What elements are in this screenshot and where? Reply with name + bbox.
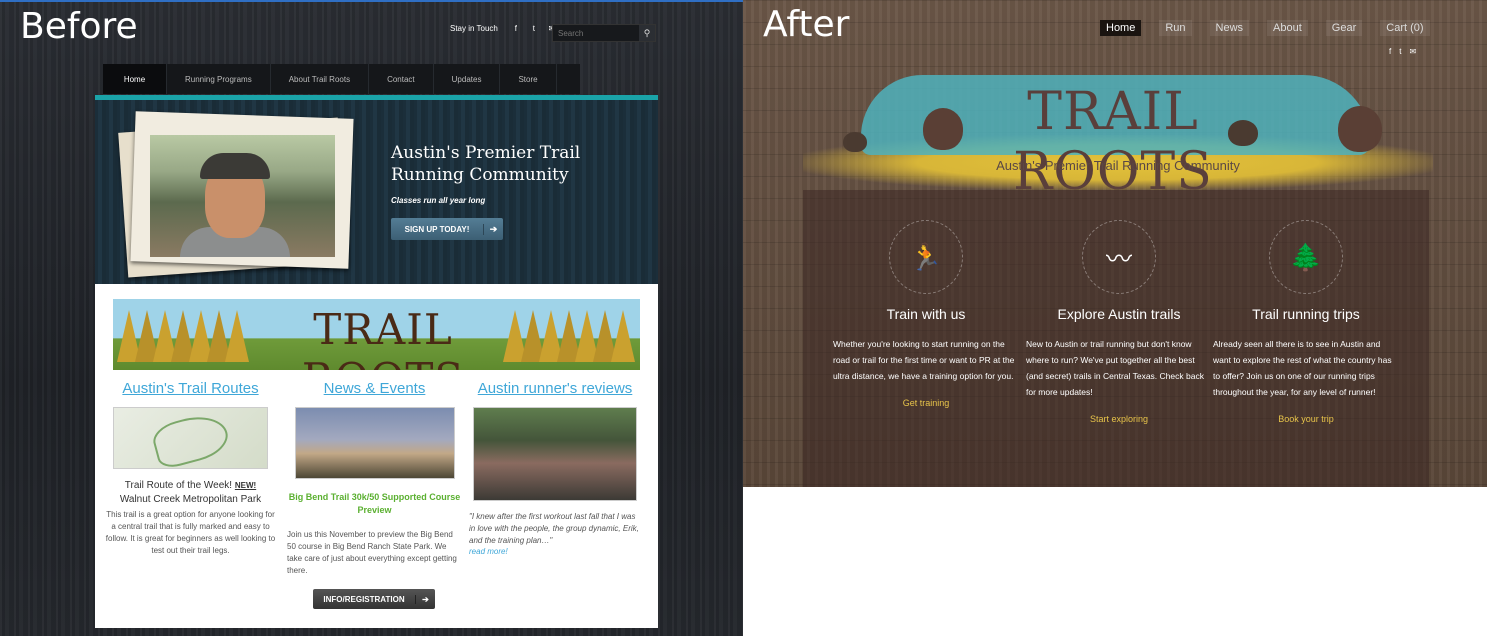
search-box: ⚲	[552, 24, 656, 42]
feature-title: Trail running trips	[1252, 306, 1360, 322]
feature-explore: 〰 Explore Austin trails New to Austin or…	[1026, 220, 1212, 424]
twitter-icon[interactable]: t	[528, 24, 540, 33]
trees-icon: 🌲	[1269, 220, 1343, 294]
after-tagline: Austin's Premier Trail Running Community	[996, 158, 1240, 173]
hero-subtitle: Classes run all year long	[391, 196, 486, 205]
runners-image[interactable]	[473, 407, 637, 501]
feature-trips: 🌲 Trail running trips Already seen all t…	[1213, 220, 1399, 424]
facebook-icon[interactable]: f	[1389, 47, 1391, 56]
nav-store[interactable]: Store	[500, 64, 557, 94]
feature-text: Whether you're looking to start running …	[833, 339, 1015, 381]
after-logo[interactable]: TRAIL ROOTS	[993, 82, 1233, 202]
nav-cart[interactable]: Cart (0)	[1380, 20, 1430, 36]
big-bend-image[interactable]	[294, 407, 455, 479]
review-quote: "I knew after the first workout last fal…	[469, 512, 639, 545]
nav-about[interactable]: About	[1267, 20, 1308, 36]
nav-home[interactable]: Home	[103, 64, 167, 94]
after-label: After	[763, 4, 850, 45]
news-description: Join us this November to preview the Big…	[287, 530, 457, 575]
banner-logo: TRAIL ROOTS	[302, 305, 463, 370]
content-area: TRAIL ROOTS Austin's Trail Routes Trail …	[95, 284, 658, 628]
column-news-events: News & Events Big Bend Trail 30k/50 Supp…	[287, 380, 462, 577]
facebook-icon[interactable]: f	[510, 24, 522, 33]
photo-stack	[118, 111, 354, 278]
bush-icon	[923, 108, 963, 150]
search-input[interactable]	[553, 28, 639, 38]
sign-up-button[interactable]: SIGN UP TODAY! ➔	[391, 218, 503, 240]
get-training-link[interactable]: Get training	[833, 398, 1019, 408]
after-panel: After Home Run News About Gear Cart (0) …	[743, 0, 1487, 487]
route-description: This trail is a great option for anyone …	[105, 510, 276, 555]
before-main-nav: Home Running Programs About Trail Roots …	[103, 64, 580, 94]
nav-news[interactable]: News	[1209, 20, 1250, 36]
top-social-bar: Stay in Touch f t ✉	[450, 24, 558, 33]
email-icon[interactable]: ✉	[1409, 47, 1416, 56]
comparison-canvas: Before Stay in Touch f t ✉ ⚲ Home Runnin…	[0, 0, 1487, 636]
trail-roots-banner: TRAIL ROOTS	[113, 299, 640, 370]
nav-contact[interactable]: Contact	[369, 64, 434, 94]
runner-icon: 🏃	[889, 220, 963, 294]
feature-title: Train with us	[886, 306, 966, 322]
new-badge: NEW!	[234, 481, 257, 490]
nav-about[interactable]: About Trail Roots	[271, 64, 370, 94]
nav-gear[interactable]: Gear	[1325, 20, 1363, 36]
feature-text: New to Austin or trail running but don't…	[1026, 339, 1204, 397]
news-title[interactable]: Big Bend Trail 30k/50 Supported Course P…	[287, 491, 462, 517]
news-events-heading[interactable]: News & Events	[287, 380, 462, 397]
agave-icon	[843, 132, 867, 152]
before-label: Before	[20, 6, 138, 47]
bush-icon	[1338, 106, 1382, 152]
after-social-icons: f t ✉	[1389, 47, 1416, 56]
column-reviews: Austin runner's reviews "I knew after th…	[469, 380, 641, 556]
arrow-right-icon: ➔	[483, 223, 503, 235]
feature-train: 🏃 Train with us Whether you're looking t…	[833, 220, 1019, 408]
nav-running-programs[interactable]: Running Programs	[167, 64, 271, 94]
book-trip-link[interactable]: Book your trip	[1213, 414, 1399, 424]
nav-run[interactable]: Run	[1159, 20, 1192, 36]
reviews-heading[interactable]: Austin runner's reviews	[469, 380, 641, 397]
stay-in-touch-label: Stay in Touch	[450, 24, 498, 33]
info-registration-button[interactable]: INFO/REGISTRATION ➔	[313, 589, 435, 609]
after-main-nav: Home Run News About Gear Cart (0)	[1100, 20, 1430, 36]
before-panel: Before Stay in Touch f t ✉ ⚲ Home Runnin…	[0, 0, 743, 636]
trail-routes-heading[interactable]: Austin's Trail Routes	[103, 380, 278, 397]
arrow-right-icon: ➔	[415, 594, 435, 604]
hero-photo	[150, 135, 335, 257]
route-title: Trail Route of the Week! NEW! Walnut Cre…	[119, 480, 262, 505]
start-exploring-link[interactable]: Start exploring	[1026, 414, 1212, 424]
read-more-link[interactable]: read more!	[469, 547, 641, 556]
trail-map-image[interactable]	[113, 407, 268, 469]
hero-section: Austin's Premier Trail Running Community…	[95, 100, 658, 284]
feature-title: Explore Austin trails	[1057, 306, 1181, 322]
search-icon[interactable]: ⚲	[639, 25, 655, 41]
column-trail-routes: Austin's Trail Routes Trail Route of the…	[103, 380, 278, 557]
nav-home[interactable]: Home	[1100, 20, 1142, 36]
feature-text: Already seen all there is to see in Aust…	[1213, 339, 1392, 397]
hero-title: Austin's Premier Trail Running Community	[391, 143, 581, 185]
trail-path-icon: 〰	[1082, 220, 1156, 294]
twitter-icon[interactable]: t	[1399, 47, 1401, 56]
nav-updates[interactable]: Updates	[434, 64, 501, 94]
